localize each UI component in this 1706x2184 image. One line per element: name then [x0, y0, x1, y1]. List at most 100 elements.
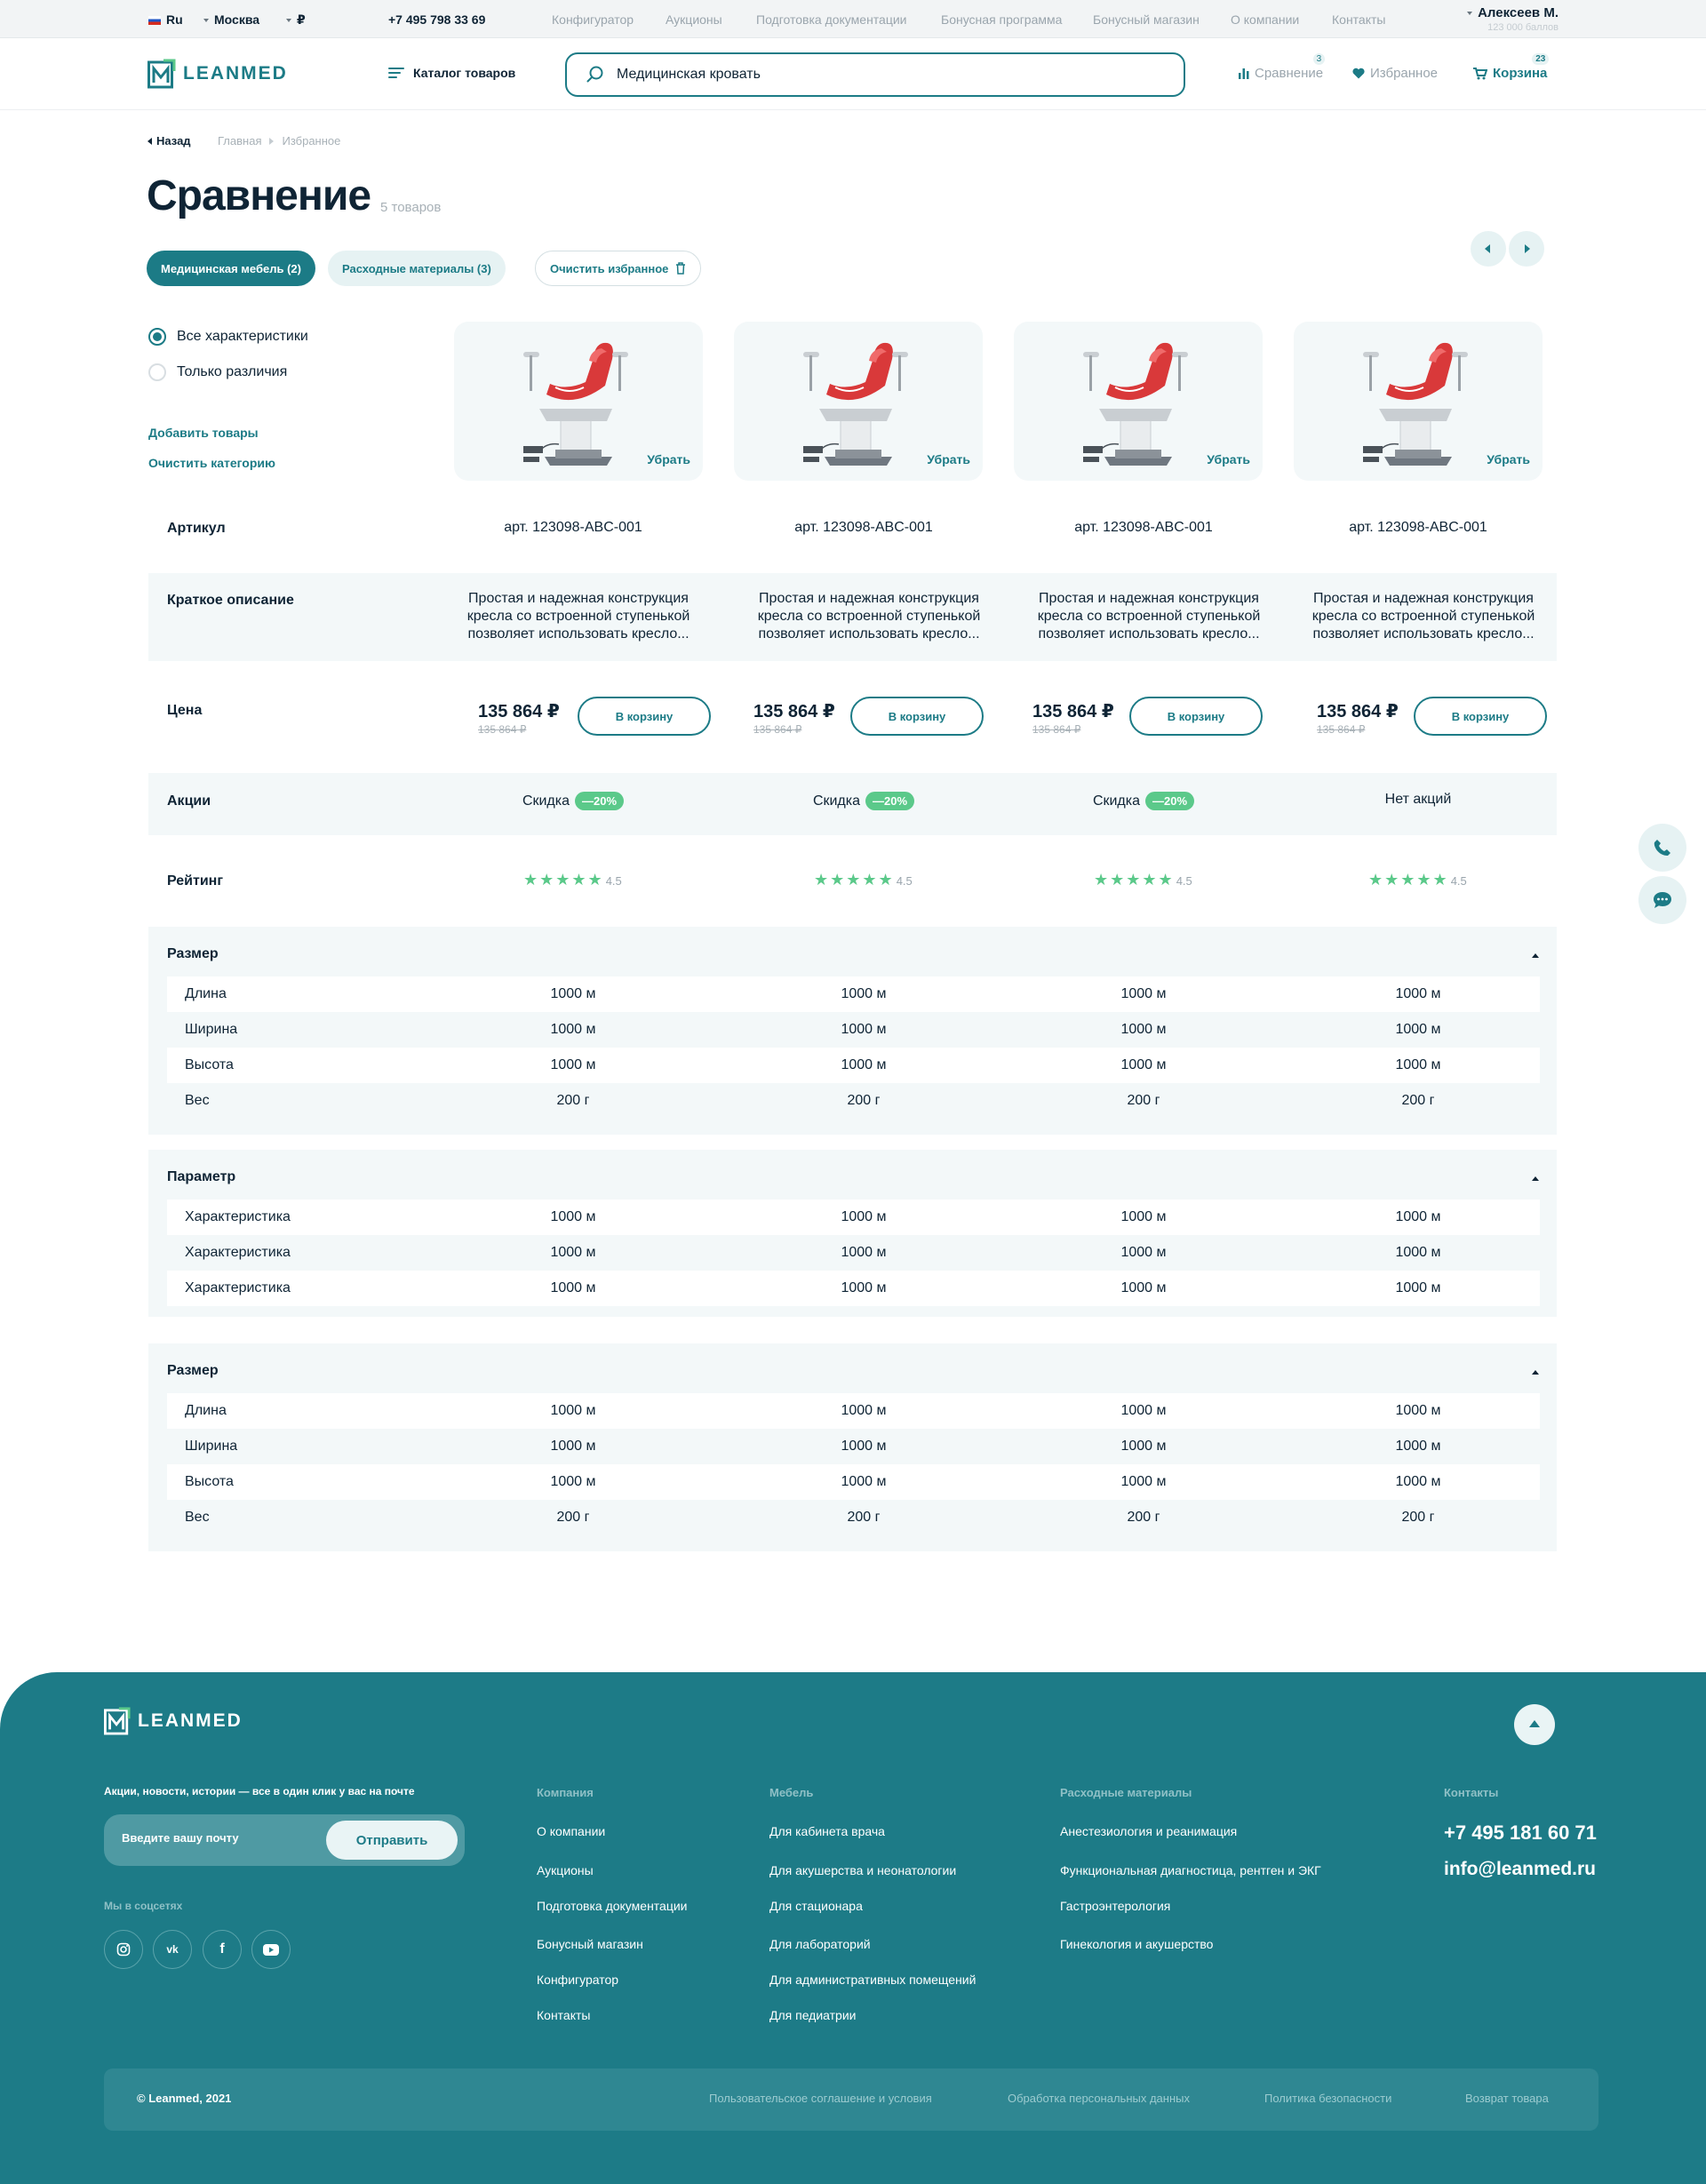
footer-link[interactable]: О компании — [537, 1824, 605, 1838]
price-value: 135 864 ₽ — [478, 702, 560, 721]
footer-link-security[interactable]: Политика безопасности — [1264, 2092, 1391, 2105]
spec-value: 1000 м — [550, 1439, 596, 1454]
vk-icon[interactable]: vk — [153, 1930, 192, 1969]
language-selector[interactable]: Ru — [148, 12, 183, 27]
footer-link[interactable]: Контакты — [537, 2008, 590, 2022]
clear-favorites-button[interactable]: Очистить избранное — [535, 251, 702, 286]
add-to-cart-button[interactable]: В корзину — [1129, 697, 1263, 736]
remove-button[interactable]: Убрать — [1487, 452, 1530, 466]
add-to-cart-button[interactable]: В корзину — [1414, 697, 1547, 736]
email-field[interactable] — [122, 1831, 299, 1845]
next-arrow-button[interactable] — [1509, 231, 1544, 267]
footer-logo[interactable]: LEANMED — [104, 1707, 243, 1735]
call-button[interactable] — [1638, 824, 1686, 872]
top-link-bonus-shop[interactable]: Бонусный магазин — [1093, 12, 1200, 27]
footer-link[interactable]: Конфигуратор — [537, 1973, 618, 1987]
footer-link[interactable]: Для административных помещений — [769, 1973, 976, 1987]
top-link-auctions[interactable]: Аукционы — [666, 12, 722, 27]
footer-link[interactable]: Гинекология и акушерство — [1060, 1937, 1213, 1951]
add-to-cart-button[interactable]: В корзину — [850, 697, 984, 736]
city-selector[interactable]: Москва — [203, 12, 259, 27]
spec-value: 1000 м — [550, 1280, 596, 1295]
footer-link[interactable]: Анестезиология и реанимация — [1060, 1824, 1237, 1838]
instagram-icon[interactable] — [104, 1930, 143, 1969]
footer-link[interactable]: Для кабинета врача — [769, 1824, 885, 1838]
promo-label: Скидка — [812, 793, 861, 809]
tab-medical-furniture[interactable]: Медицинская мебель (2) — [147, 251, 315, 286]
currency-label: ₽ — [297, 12, 306, 27]
footer-link-personal-data[interactable]: Обработка персональных данных — [1008, 2092, 1190, 2105]
search-icon[interactable] — [586, 66, 604, 84]
spec-value: 1000 м — [550, 1245, 596, 1260]
footer-link[interactable]: Гастроэнтерология — [1060, 1899, 1170, 1913]
chevron-up-icon[interactable] — [1532, 1370, 1539, 1375]
footer-link-terms[interactable]: Пользовательское соглашение и условия — [709, 2092, 932, 2105]
top-link-configurator[interactable]: Конфигуратор — [552, 12, 634, 27]
remove-button[interactable]: Убрать — [647, 452, 690, 466]
scroll-up-button[interactable] — [1514, 1704, 1555, 1745]
footer-link[interactable]: Для акушерства и неонатологии — [769, 1863, 956, 1877]
add-to-cart-button[interactable]: В корзину — [578, 697, 711, 736]
logo[interactable]: LEANMED — [147, 59, 288, 89]
youtube-icon[interactable] — [251, 1930, 291, 1969]
top-phone[interactable]: +7 495 798 33 69 — [388, 12, 485, 27]
chevron-down-icon — [286, 19, 291, 22]
cart-link[interactable]: Корзина 23 — [1473, 53, 1550, 81]
spec-row-label: Ширина — [185, 1439, 238, 1454]
breadcrumb-favorites[interactable]: Избранное — [282, 134, 340, 147]
footer-link[interactable]: Для лабораторий — [769, 1937, 871, 1951]
remove-button[interactable]: Убрать — [1207, 452, 1250, 466]
top-link-docs[interactable]: Подготовка документации — [756, 12, 907, 27]
spec-value: 200 г — [847, 1093, 881, 1108]
spec-value: 1000 м — [550, 1057, 596, 1072]
top-link-about[interactable]: О компании — [1231, 12, 1299, 27]
footer-phone[interactable]: +7 495 181 60 71 — [1444, 1821, 1597, 1845]
price-value: 135 864 ₽ — [753, 702, 835, 721]
discount-badge: —20% — [575, 792, 625, 810]
spec-value: 1000 м — [1395, 1280, 1441, 1295]
rating-stars: ★★★★★ 4.5 — [523, 871, 622, 889]
search-input[interactable] — [617, 67, 1114, 83]
spec-value: 1000 м — [841, 1209, 887, 1224]
breadcrumb-home[interactable]: Главная — [218, 134, 261, 147]
footer-email[interactable]: info@leanmed.ru — [1444, 1859, 1596, 1880]
currency-selector[interactable]: ₽ — [286, 12, 306, 28]
facebook-icon[interactable]: f — [203, 1930, 242, 1969]
footer-link[interactable]: Бонусный магазин — [537, 1937, 643, 1951]
radio-all-characteristics[interactable]: Все характеристики — [148, 328, 308, 346]
footer-link[interactable]: Для педиатрии — [769, 2008, 857, 2022]
compare-link[interactable]: Сравнение 3 — [1239, 53, 1326, 81]
footer-link[interactable]: Для стационара — [769, 1899, 863, 1913]
footer-link[interactable]: Подготовка документации — [537, 1899, 688, 1913]
spec-value: 1000 м — [1120, 1403, 1167, 1418]
spec-value: 1000 м — [1120, 1280, 1167, 1295]
spec-value: 1000 м — [841, 1403, 887, 1418]
user-menu[interactable]: Алексеев М. 123 000 баллов — [1467, 5, 1559, 33]
radio-only-differences[interactable]: Только различия — [148, 363, 287, 381]
promo-label: Скидка — [522, 793, 570, 809]
favorites-link[interactable]: Избранное — [1352, 66, 1438, 81]
chat-button[interactable] — [1638, 876, 1686, 924]
spec-group-title[interactable]: Параметр — [167, 1169, 235, 1185]
footer-link[interactable]: Функциональная диагностица, рентген и ЭК… — [1060, 1863, 1321, 1877]
spec-group-title[interactable]: Размер — [167, 946, 219, 962]
top-link-contacts[interactable]: Контакты — [1332, 12, 1385, 27]
add-products-link[interactable]: Добавить товары — [148, 426, 259, 440]
catalog-button[interactable]: Каталог товаров — [388, 66, 515, 80]
chevron-up-icon[interactable] — [1532, 953, 1539, 958]
radio-all-label: Все характеристики — [177, 329, 308, 344]
spec-value: 1000 м — [841, 1474, 887, 1489]
footer-link[interactable]: Аукционы — [537, 1863, 594, 1877]
remove-button[interactable]: Убрать — [927, 452, 970, 466]
back-link[interactable]: Назад — [147, 134, 191, 147]
send-button[interactable]: Отправить — [326, 1821, 458, 1860]
top-link-bonus-program[interactable]: Бонусная программа — [941, 12, 1062, 27]
description-cell: Простая и надежная конструкция кресла со… — [466, 591, 690, 642]
cart-count-badge: 23 — [1532, 53, 1550, 65]
spec-group-title[interactable]: Размер — [167, 1363, 219, 1379]
tab-consumables[interactable]: Расходные материалы (3) — [328, 251, 506, 286]
chevron-up-icon[interactable] — [1532, 1176, 1539, 1181]
clear-category-link[interactable]: Очистить категорию — [148, 456, 275, 470]
footer-link-returns[interactable]: Возврат товара — [1465, 2092, 1549, 2105]
prev-arrow-button[interactable] — [1471, 231, 1506, 267]
